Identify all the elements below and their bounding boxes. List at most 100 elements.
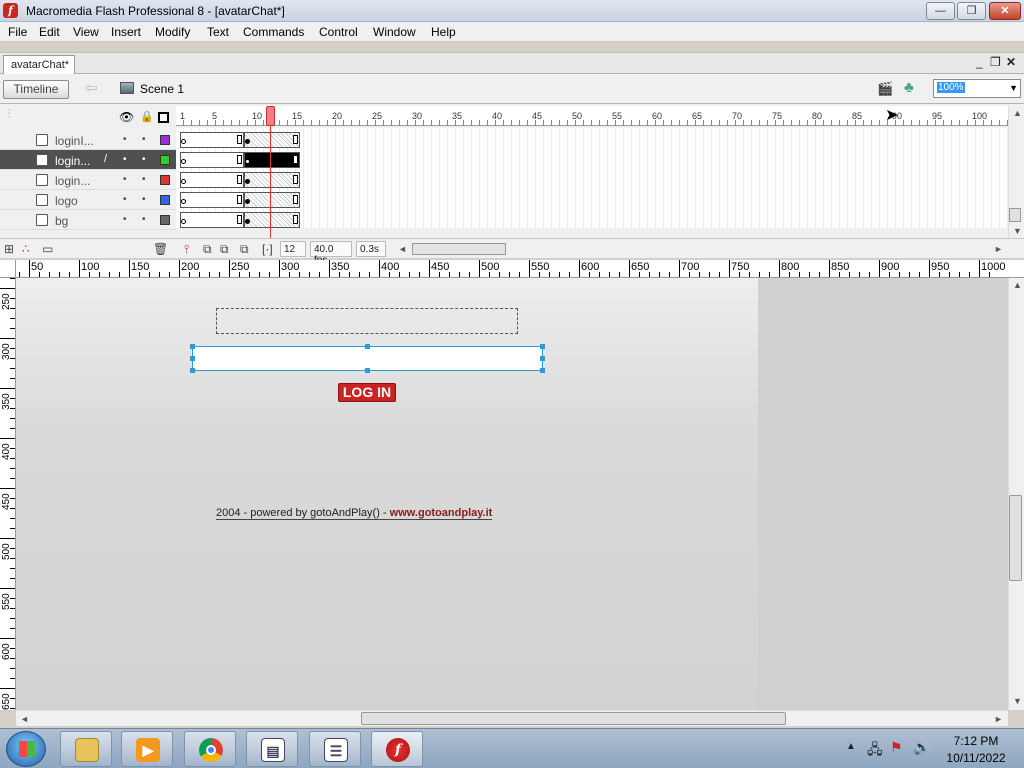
keyframe[interactable] bbox=[245, 179, 250, 184]
scene-breadcrumb[interactable]: Scene 1 bbox=[140, 82, 184, 96]
zoom-value[interactable]: 100% bbox=[937, 82, 965, 93]
clock-date[interactable]: 10/11/2022 bbox=[936, 751, 1016, 765]
scroll-right-icon[interactable]: ► bbox=[994, 244, 1003, 254]
back-arrow-icon[interactable]: ⇦ bbox=[80, 78, 102, 100]
stage[interactable]: LOG IN 2004 - powered by gotoAndPlay() -… bbox=[16, 278, 758, 710]
frame-span[interactable] bbox=[244, 152, 300, 168]
layer-outline-color[interactable] bbox=[160, 175, 170, 185]
layer-outline-color[interactable] bbox=[160, 155, 170, 165]
scroll-down-icon[interactable]: ▼ bbox=[1013, 226, 1022, 236]
scroll-up-icon[interactable]: ▲ bbox=[1013, 280, 1022, 290]
timeline-horizontal-scroll-thumb[interactable] bbox=[412, 243, 506, 255]
keyframe[interactable] bbox=[245, 219, 250, 224]
frame-span[interactable] bbox=[244, 192, 300, 208]
lock-dot[interactable]: • bbox=[142, 194, 146, 205]
layer-row[interactable]: logo • • bbox=[0, 190, 176, 210]
close-button[interactable]: ✕ bbox=[989, 2, 1021, 20]
edit-symbols-icon[interactable]: ♣ bbox=[904, 79, 924, 97]
menu-text[interactable]: Text bbox=[205, 24, 231, 40]
clock-time[interactable]: 7:12 PM bbox=[936, 734, 1016, 748]
playhead[interactable] bbox=[266, 106, 275, 126]
keyframe[interactable] bbox=[245, 159, 250, 164]
doc-minimize-icon[interactable]: _ bbox=[976, 55, 983, 69]
document-tab[interactable]: avatarChat* bbox=[3, 55, 75, 75]
timeline-toggle-button[interactable]: Timeline bbox=[3, 80, 69, 99]
frame-span[interactable] bbox=[180, 172, 244, 188]
taskbar-file-explorer[interactable] bbox=[60, 731, 112, 767]
layer-name[interactable]: login... bbox=[55, 154, 90, 168]
layer-name[interactable]: logo bbox=[55, 194, 78, 208]
zoom-select[interactable]: 100% ▼ bbox=[933, 79, 1021, 98]
chevron-down-icon[interactable]: ▼ bbox=[1009, 83, 1018, 93]
selection-handle[interactable] bbox=[365, 344, 370, 349]
scroll-left-icon[interactable]: ◄ bbox=[398, 244, 407, 254]
insert-layer-icon[interactable]: ⊞ bbox=[4, 242, 14, 256]
flash-app-icon[interactable]: f bbox=[3, 3, 18, 18]
stage-vertical-scroll-thumb[interactable] bbox=[1009, 495, 1022, 581]
layer-outline-color[interactable] bbox=[160, 135, 170, 145]
taskbar-flash[interactable]: f bbox=[371, 731, 423, 767]
outline-all-icon[interactable] bbox=[158, 112, 169, 123]
edit-multiple-frames-icon[interactable]: ⧉ bbox=[240, 242, 249, 257]
delete-layer-icon[interactable]: 🗑 bbox=[153, 242, 168, 256]
menu-view[interactable]: View bbox=[71, 24, 101, 40]
taskbar-media-player[interactable]: ▶ bbox=[121, 731, 173, 767]
layer-row[interactable]: bg • • bbox=[0, 210, 176, 230]
taskbar-chrome[interactable] bbox=[184, 731, 236, 767]
stage-horizontal-scroll-thumb[interactable] bbox=[361, 712, 786, 725]
scroll-up-icon[interactable]: ▲ bbox=[1013, 108, 1022, 118]
horizontal-ruler[interactable]: 50 100 150 200 250 300 350 400 450 500 550 600 650 70… bbox=[16, 260, 1024, 278]
menu-modify[interactable]: Modify bbox=[153, 24, 192, 40]
visibility-dot[interactable]: • bbox=[123, 214, 127, 225]
layer-row[interactable]: loginI... • • bbox=[0, 130, 176, 150]
login-button[interactable]: LOG IN bbox=[338, 383, 396, 402]
menu-file[interactable]: File bbox=[6, 24, 29, 40]
menu-help[interactable]: Help bbox=[429, 24, 458, 40]
menu-control[interactable]: Control bbox=[317, 24, 360, 40]
frame-span[interactable] bbox=[180, 132, 244, 148]
selection-handle[interactable] bbox=[540, 368, 545, 373]
frame-span[interactable] bbox=[244, 212, 300, 228]
keyframe[interactable] bbox=[245, 199, 250, 204]
lock-dot[interactable]: • bbox=[142, 154, 146, 165]
onion-outlines-icon[interactable]: ⧉ bbox=[220, 242, 229, 257]
selection-handle[interactable] bbox=[190, 356, 195, 361]
lock-dot[interactable]: • bbox=[142, 174, 146, 185]
start-button[interactable] bbox=[6, 731, 46, 767]
layer-outline-color[interactable] bbox=[160, 215, 170, 225]
show-hidden-icons[interactable]: ▲ bbox=[846, 741, 856, 752]
menu-window[interactable]: Window bbox=[371, 24, 418, 40]
scroll-right-icon[interactable]: ► bbox=[994, 714, 1003, 724]
selection-handle[interactable] bbox=[190, 368, 195, 373]
menu-commands[interactable]: Commands bbox=[241, 24, 306, 40]
selection-handle[interactable] bbox=[540, 356, 545, 361]
dynamic-text-field[interactable] bbox=[216, 308, 518, 334]
grip-icon[interactable]: ⋮ bbox=[4, 108, 14, 119]
layer-name[interactable]: loginI... bbox=[55, 134, 94, 148]
keyframe[interactable] bbox=[181, 199, 186, 204]
keyframe[interactable] bbox=[181, 139, 186, 144]
action-center-icon[interactable]: ⚑ bbox=[890, 739, 903, 756]
keyframe[interactable] bbox=[181, 219, 186, 224]
frame-grid[interactable] bbox=[176, 128, 1008, 228]
volume-icon[interactable]: 🔊 bbox=[913, 739, 930, 756]
edit-scene-icon[interactable]: 🎬 bbox=[877, 81, 895, 97]
frame-ruler[interactable]: 1 5 10 15 20 25 30 35 40 45 50 55 60 65 70 75 80 85 90 95 10… bbox=[176, 106, 1008, 126]
layer-name[interactable]: login... bbox=[55, 174, 90, 188]
devices-icon[interactable]: 🖧 bbox=[867, 739, 883, 763]
frame-span[interactable] bbox=[244, 132, 300, 148]
selection-handle[interactable] bbox=[540, 344, 545, 349]
lock-all-icon[interactable]: 🔒 bbox=[140, 110, 154, 123]
frame-span[interactable] bbox=[244, 172, 300, 188]
timeline-scroll-thumb[interactable] bbox=[1009, 208, 1021, 222]
pasteboard[interactable]: LOG IN 2004 - powered by gotoAndPlay() -… bbox=[16, 278, 1008, 710]
selection-handle[interactable] bbox=[190, 344, 195, 349]
keyframe[interactable] bbox=[181, 179, 186, 184]
add-motion-guide-icon[interactable]: ∴ bbox=[22, 242, 30, 256]
vertical-ruler[interactable]: 250 300 350 400 450 500 550 600 650 bbox=[0, 278, 16, 710]
visibility-dot[interactable]: • bbox=[123, 134, 127, 145]
layer-row[interactable]: login... / • • bbox=[0, 150, 176, 170]
visibility-dot[interactable]: • bbox=[123, 174, 127, 185]
taskbar-presentation[interactable]: ▤ bbox=[246, 731, 298, 767]
frame-span[interactable] bbox=[180, 152, 244, 168]
